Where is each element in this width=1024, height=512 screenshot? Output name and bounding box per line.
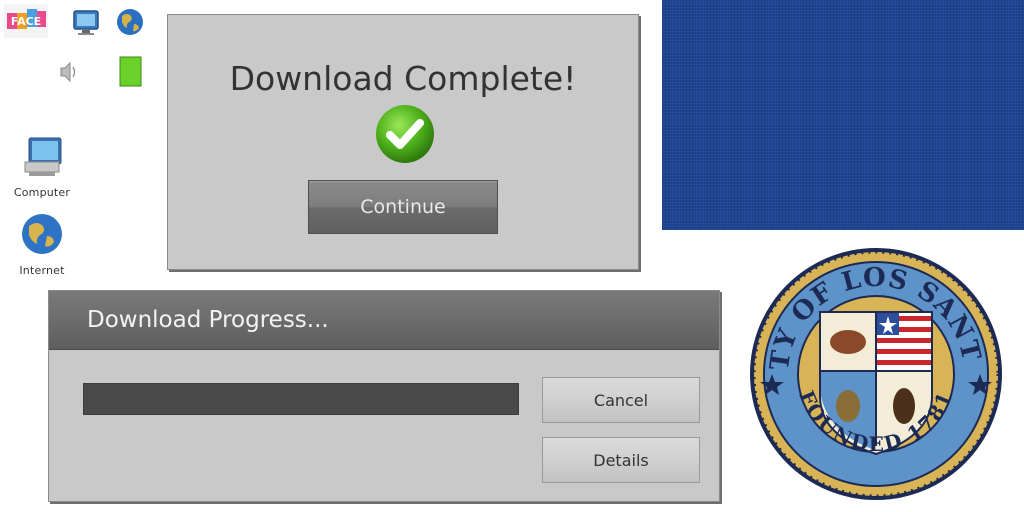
green-square-icon[interactable] <box>119 56 143 88</box>
dialog-title: Download Complete! <box>229 59 577 98</box>
desktop-icon-label: Internet <box>19 264 65 277</box>
desktop-icon-internet[interactable]: Internet <box>10 210 74 277</box>
desktop-icon-label: Computer <box>13 186 71 199</box>
desktop-icon-computer[interactable]: Computer <box>10 134 74 199</box>
computer-icon <box>24 137 62 176</box>
download-complete-dialog: Download Complete! Continue <box>167 14 639 270</box>
dialog-title: Download Progress... <box>87 307 329 333</box>
speaker-icon[interactable] <box>52 54 84 90</box>
dialog-titlebar: Download Progress... <box>49 291 719 350</box>
blue-fabric-panel <box>662 0 1024 230</box>
download-progress-dialog: Download Progress... Cancel Details <box>48 290 720 502</box>
cancel-button[interactable]: Cancel <box>542 377 700 423</box>
progress-bar <box>83 383 519 415</box>
internet-globe-icon <box>22 214 62 254</box>
svg-text:FACE: FACE <box>11 15 41 28</box>
globe-icon[interactable] <box>112 4 148 40</box>
continue-button[interactable]: Continue <box>308 180 498 234</box>
monitor-network-icon[interactable] <box>68 5 104 41</box>
progress-fill <box>84 384 518 414</box>
city-seal-logo: CITY OF LOS SANTOS FOUNDED 1781 <box>748 246 1002 500</box>
checkmark-icon <box>376 105 434 163</box>
face-logo-icon[interactable]: FACE <box>4 4 48 38</box>
details-button[interactable]: Details <box>542 437 700 483</box>
